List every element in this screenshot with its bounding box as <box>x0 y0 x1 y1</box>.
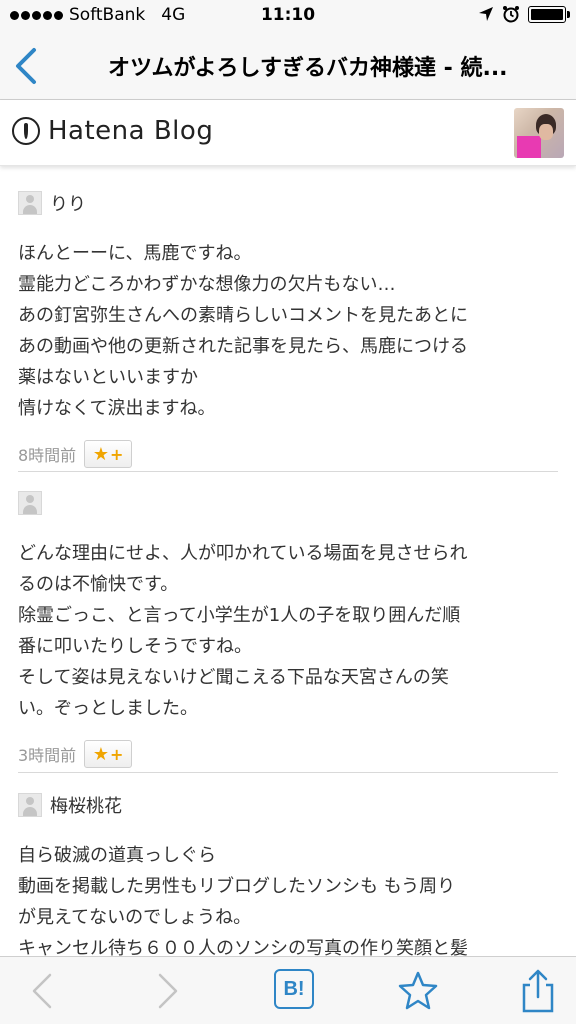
hatena-pen-icon <box>12 117 40 145</box>
add-star-button[interactable]: ★ + <box>84 740 133 768</box>
browser-forward-button[interactable] <box>144 969 188 1013</box>
comment-list: りり ほんとーーに、馬鹿ですね。 霊能力どころかわずかな想像力の欠片もない… あ… <box>0 166 576 956</box>
hatena-bookmark-icon: B! <box>274 969 314 1009</box>
back-button[interactable] <box>10 46 44 86</box>
plus-icon: + <box>110 444 124 464</box>
chevron-right-icon <box>158 973 178 1009</box>
plus-icon: + <box>110 744 124 764</box>
comment-text: ほんとーーに、馬鹿ですね。 霊能力どころかわずかな想像力の欠片もない… あの釘宮… <box>18 243 468 419</box>
battery-icon <box>528 5 570 23</box>
share-icon <box>522 969 554 1013</box>
page-title: オツムがよろしすぎるバカ神様達 - 続... <box>108 56 508 81</box>
favorite-button[interactable] <box>396 969 440 1013</box>
star-outline-icon <box>398 971 438 1010</box>
chevron-left-icon <box>32 973 52 1009</box>
navigation-bar: オツムがよろしすぎるバカ神様達 - 続... <box>0 32 576 100</box>
comment-divider <box>18 471 558 472</box>
add-star-button[interactable]: ★ + <box>84 440 133 468</box>
comment-header <box>18 488 558 518</box>
user-avatar-icon[interactable] <box>18 793 42 817</box>
star-icon: ★ <box>92 743 110 765</box>
star-icon: ★ <box>92 443 110 465</box>
user-avatar-icon[interactable] <box>18 491 42 515</box>
user-avatar-icon[interactable] <box>18 191 42 215</box>
location-icon <box>479 7 493 21</box>
share-button[interactable] <box>516 969 560 1013</box>
comment-timestamp[interactable]: 3時間前 <box>18 742 76 766</box>
comment-text: どんな理由にせよ、人が叩かれている場面を見させられ るのは不愉快です。 除霊ごっ… <box>18 543 468 719</box>
comment-meta: 3時間前 ★ + <box>18 740 558 768</box>
logo-text: Hatena Blog <box>48 116 214 146</box>
comment-meta: 8時間前 ★ + <box>18 440 558 468</box>
comment-item: りり ほんとーーに、馬鹿ですね。 霊能力どころかわずかな想像力の欠片もない… あ… <box>18 188 558 468</box>
alarm-icon <box>503 6 519 23</box>
hatena-blog-logo[interactable]: Hatena Blog <box>12 116 213 146</box>
chevron-left-icon <box>16 48 36 84</box>
status-bar: SoftBank 4G 11:10 <box>0 0 576 32</box>
browser-back-button[interactable] <box>22 969 66 1013</box>
comment-header: りり <box>18 188 558 218</box>
comment-timestamp[interactable]: 8時間前 <box>18 442 76 466</box>
comment-item: 梅桜桃花 自ら破滅の道真っしぐら 動画を掲載した男性もリブログしたソンシも もう… <box>18 790 558 956</box>
status-right <box>478 5 570 23</box>
comment-text: 自ら破滅の道真っしぐら 動画を掲載した男性もリブログしたソンシも もう周り が見… <box>18 845 468 956</box>
comment-author[interactable]: 梅桜桃花 <box>50 792 122 818</box>
bottom-toolbar: B! <box>0 956 576 1024</box>
blog-header: Hatena Blog <box>0 100 576 166</box>
comment-divider <box>18 772 558 773</box>
hatena-bookmark-button[interactable]: B! <box>274 969 318 1013</box>
blog-avatar[interactable] <box>514 108 564 158</box>
comment-header: 梅桜桃花 <box>18 790 558 820</box>
comment-item: どんな理由にせよ、人が叩かれている場面を見させられ るのは不愉快です。 除霊ごっ… <box>18 488 558 768</box>
comment-author[interactable]: りり <box>50 190 86 216</box>
